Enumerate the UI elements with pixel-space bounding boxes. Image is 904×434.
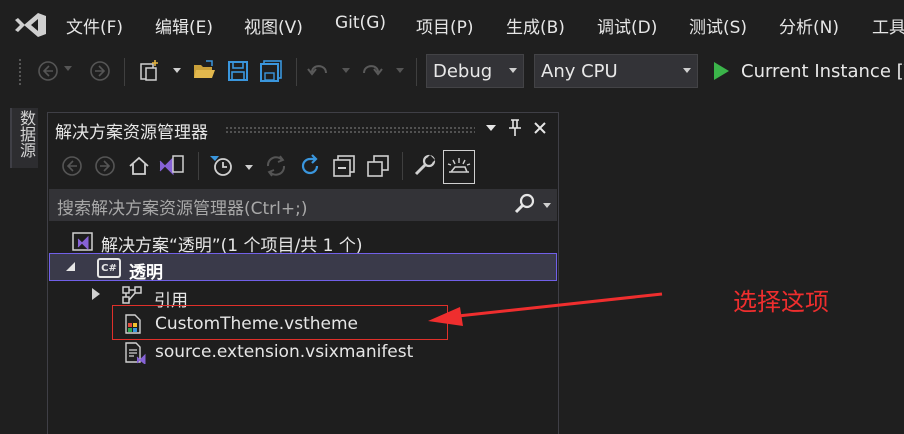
close-icon[interactable] xyxy=(530,117,550,139)
home-icon[interactable] xyxy=(125,150,153,182)
collapsed-arrow-icon[interactable] xyxy=(92,288,100,300)
undo-dropdown-icon[interactable] xyxy=(342,68,350,73)
menu-tools[interactable]: 工具 xyxy=(872,13,904,38)
csharp-project-icon: C# xyxy=(97,258,121,278)
toolbar-separator xyxy=(402,152,403,180)
menu-build[interactable]: 生成(B) xyxy=(506,13,565,38)
navigate-forward-icon[interactable] xyxy=(88,58,112,84)
back-icon[interactable] xyxy=(58,150,86,182)
annotation-text: 选择这项 xyxy=(733,288,829,316)
title-bar-grip[interactable] xyxy=(225,126,475,134)
switch-views-icon[interactable] xyxy=(157,150,185,182)
configuration-value: Debug xyxy=(433,61,493,82)
project-node[interactable]: 透明 xyxy=(129,258,163,283)
data-sources-tab[interactable]: 数据源 xyxy=(10,108,38,168)
start-debugging-icon[interactable] xyxy=(714,62,729,80)
toolbar-separator xyxy=(124,58,125,86)
highlight-box xyxy=(112,305,448,340)
save-icon[interactable] xyxy=(226,58,250,84)
manifest-file-icon xyxy=(124,342,146,366)
file-vsixmanifest[interactable]: source.extension.vsixmanifest xyxy=(155,342,413,362)
menu-edit[interactable]: 编辑(E) xyxy=(155,13,213,38)
menu-git[interactable]: Git(G) xyxy=(335,13,386,33)
search-placeholder: 搜索解决方案资源管理器(Ctrl+;) xyxy=(57,199,308,219)
redo-dropdown-icon[interactable] xyxy=(396,68,404,73)
toolbar-separator xyxy=(416,58,417,86)
annotation-arrow xyxy=(428,292,663,326)
start-debugging-button[interactable]: Current Instance [V xyxy=(741,61,904,82)
toolbar-separator xyxy=(198,152,199,180)
new-dropdown-icon[interactable] xyxy=(173,68,181,73)
preview-selected-items-icon[interactable] xyxy=(443,150,475,184)
tree-row-project-selected[interactable] xyxy=(49,253,557,281)
search-options-dropdown-icon[interactable] xyxy=(543,203,551,208)
new-project-icon[interactable] xyxy=(138,58,162,84)
expanded-arrow-icon[interactable] xyxy=(66,262,75,271)
collapse-all-icon[interactable] xyxy=(330,150,358,182)
panel-title: 解决方案资源管理器 xyxy=(55,123,208,143)
toolbar-grip[interactable] xyxy=(18,58,22,86)
search-icon[interactable] xyxy=(514,193,538,217)
menu-analyze[interactable]: 分析(N) xyxy=(779,13,839,38)
auto-hide-pin-icon[interactable] xyxy=(505,117,525,139)
menu-debug[interactable]: 调试(D) xyxy=(597,13,657,38)
solution-icon xyxy=(72,230,96,252)
save-all-icon[interactable] xyxy=(259,58,283,84)
platform-dropdown[interactable]: Any CPU xyxy=(534,54,698,88)
back-dropdown-icon[interactable] xyxy=(64,66,72,71)
refresh-icon[interactable] xyxy=(296,150,324,182)
menu-project[interactable]: 项目(P) xyxy=(416,13,474,38)
chevron-down-icon xyxy=(683,68,691,73)
chevron-down-icon xyxy=(509,68,517,73)
navigate-back-icon[interactable] xyxy=(36,58,60,84)
visual-studio-logo-icon[interactable] xyxy=(14,10,50,40)
properties-icon[interactable] xyxy=(410,150,438,182)
references-icon xyxy=(121,285,147,307)
filter-dropdown-icon[interactable] xyxy=(245,165,253,170)
forward-icon[interactable] xyxy=(91,150,119,182)
window-position-icon[interactable] xyxy=(481,117,501,139)
open-folder-icon[interactable] xyxy=(192,58,216,84)
configuration-dropdown[interactable]: Debug xyxy=(426,54,524,88)
redo-icon[interactable] xyxy=(360,58,384,84)
sync-icon[interactable] xyxy=(262,150,290,182)
pending-changes-filter-icon[interactable] xyxy=(208,150,236,182)
menu-view[interactable]: 视图(V) xyxy=(244,13,303,38)
menu-test[interactable]: 测试(S) xyxy=(689,13,747,38)
show-all-files-icon[interactable] xyxy=(364,150,392,182)
undo-icon[interactable] xyxy=(306,58,330,84)
platform-value: Any CPU xyxy=(541,61,618,82)
toolbar-separator xyxy=(296,58,297,86)
menu-file[interactable]: 文件(F) xyxy=(66,13,123,38)
